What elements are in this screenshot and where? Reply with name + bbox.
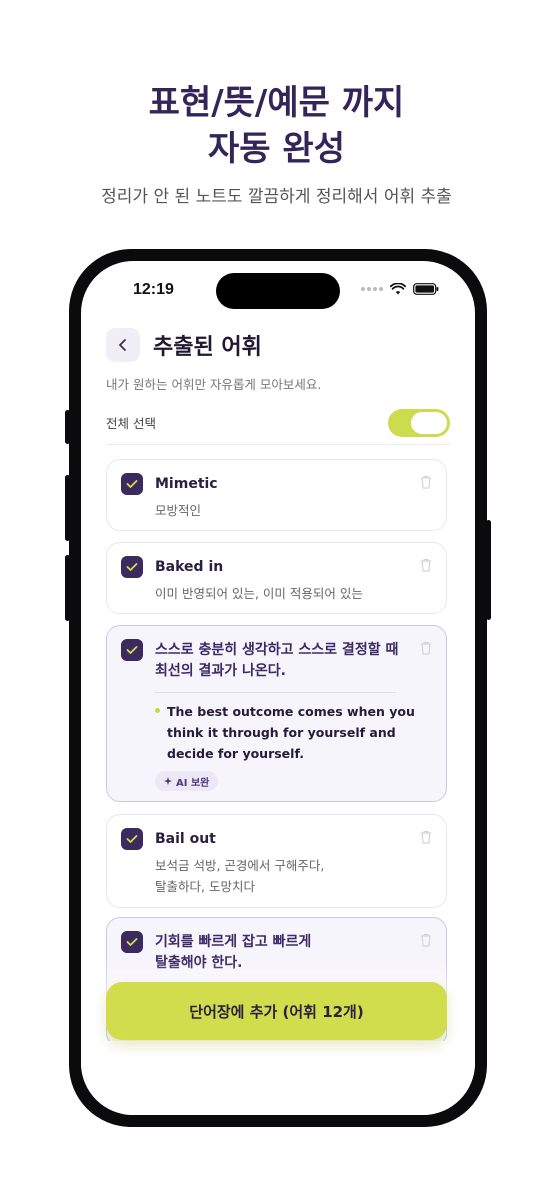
bottom-safe-area [81, 1041, 475, 1115]
card-divider [155, 692, 396, 693]
check-icon [126, 646, 138, 654]
check-icon [126, 938, 138, 946]
card-meaning: 이미 반영되어 있는, 이미 적용되어 있는 [155, 586, 363, 601]
card-example-line1: The best outcome comes when you [167, 704, 415, 719]
chevron-left-icon [119, 339, 126, 351]
card-meaning-line2: 탈출하다, 도망치다 [155, 879, 255, 894]
select-all-toggle[interactable] [388, 408, 450, 437]
check-icon [126, 563, 138, 571]
vocab-card[interactable]: Bail out 보석금 석방, 곤경에서 구해주다, 탈출하다, 도망치다 [106, 814, 447, 908]
card-checkbox[interactable] [121, 931, 143, 953]
card-checkbox[interactable] [121, 556, 143, 578]
trash-icon[interactable] [420, 933, 432, 947]
example-bullet [155, 708, 160, 713]
status-icons [361, 283, 439, 295]
vocab-card[interactable]: Baked in 이미 반영되어 있는, 이미 적용되어 있는 [106, 542, 447, 614]
signal-icon [361, 287, 383, 291]
card-expression-line1: 스스로 충분히 생각하고 스스로 결정할 때 [155, 642, 399, 658]
card-meaning: 보석금 석방, 곤경에서 구해주다, 탈출하다, 도망치다 [155, 855, 324, 897]
card-word: Mimetic [155, 476, 218, 492]
card-word: Baked in [155, 559, 224, 575]
sparkle-icon [164, 777, 172, 785]
page-description: 내가 원하는 어휘만 자유롭게 모아보세요. [106, 377, 322, 392]
card-expression: 스스로 충분히 생각하고 스스로 결정할 때 최선의 결과가 나온다. [155, 640, 405, 682]
ai-badge: AI 보완 [155, 771, 219, 791]
check-icon [126, 835, 138, 843]
toggle-knob [411, 411, 447, 434]
trash-icon[interactable] [420, 475, 432, 489]
card-expression-line1: 기회를 빠르게 잡고 빠르게 [155, 934, 312, 950]
page-title: 추출된 어휘 [153, 335, 262, 360]
card-expression-line2: 최선의 결과가 나온다. [155, 663, 286, 679]
card-word: Bail out [155, 831, 216, 847]
battery-icon [413, 283, 439, 295]
card-example-line2: think it through for yourself and [167, 725, 396, 740]
dynamic-island [216, 273, 340, 309]
card-meaning: 모방적인 [155, 503, 202, 518]
phone-screen: 12:19 추출된 어휘 내가 원하는 어휘만 자유롭게 모아보세요. 전체 선… [81, 261, 475, 1115]
card-example: The best outcome comes when you think it… [167, 701, 417, 764]
check-icon [126, 480, 138, 488]
card-checkbox[interactable] [121, 473, 143, 495]
trash-icon[interactable] [420, 641, 432, 655]
vocab-card-ai[interactable]: 스스로 충분히 생각하고 스스로 결정할 때 최선의 결과가 나온다. The … [106, 625, 447, 802]
vocab-card[interactable]: Mimetic 모방적인 [106, 459, 447, 531]
select-all-label: 전체 선택 [106, 416, 156, 431]
card-checkbox[interactable] [121, 639, 143, 661]
phone-frame: 12:19 추출된 어휘 내가 원하는 어휘만 자유롭게 모아보세요. 전체 선… [69, 249, 487, 1127]
status-time: 12:19 [133, 281, 174, 298]
trash-icon[interactable] [420, 830, 432, 844]
promo-headline-line1: 표현/뜻/예문 까지 [148, 83, 405, 123]
promo-subline: 정리가 안 된 노트도 깔끔하게 정리해서 어휘 추출 [101, 187, 452, 207]
promo-headline-line2: 자동 완성 [208, 129, 345, 169]
screen-header: 추출된 어휘 [106, 328, 262, 362]
select-all-row: 전체 선택 [106, 407, 450, 445]
ai-badge-label: AI 보완 [176, 777, 210, 789]
back-button[interactable] [106, 328, 140, 362]
promo-headline: 표현/뜻/예문 까지 자동 완성 [0, 80, 553, 172]
card-meaning-line1: 보석금 석방, 곤경에서 구해주다, [155, 858, 325, 873]
wifi-icon [390, 283, 406, 295]
card-example-line3: decide for yourself. [167, 746, 304, 761]
add-to-wordbook-button[interactable]: 단어장에 추가 (어휘 12개) [106, 982, 447, 1040]
card-checkbox[interactable] [121, 828, 143, 850]
trash-icon[interactable] [420, 558, 432, 572]
